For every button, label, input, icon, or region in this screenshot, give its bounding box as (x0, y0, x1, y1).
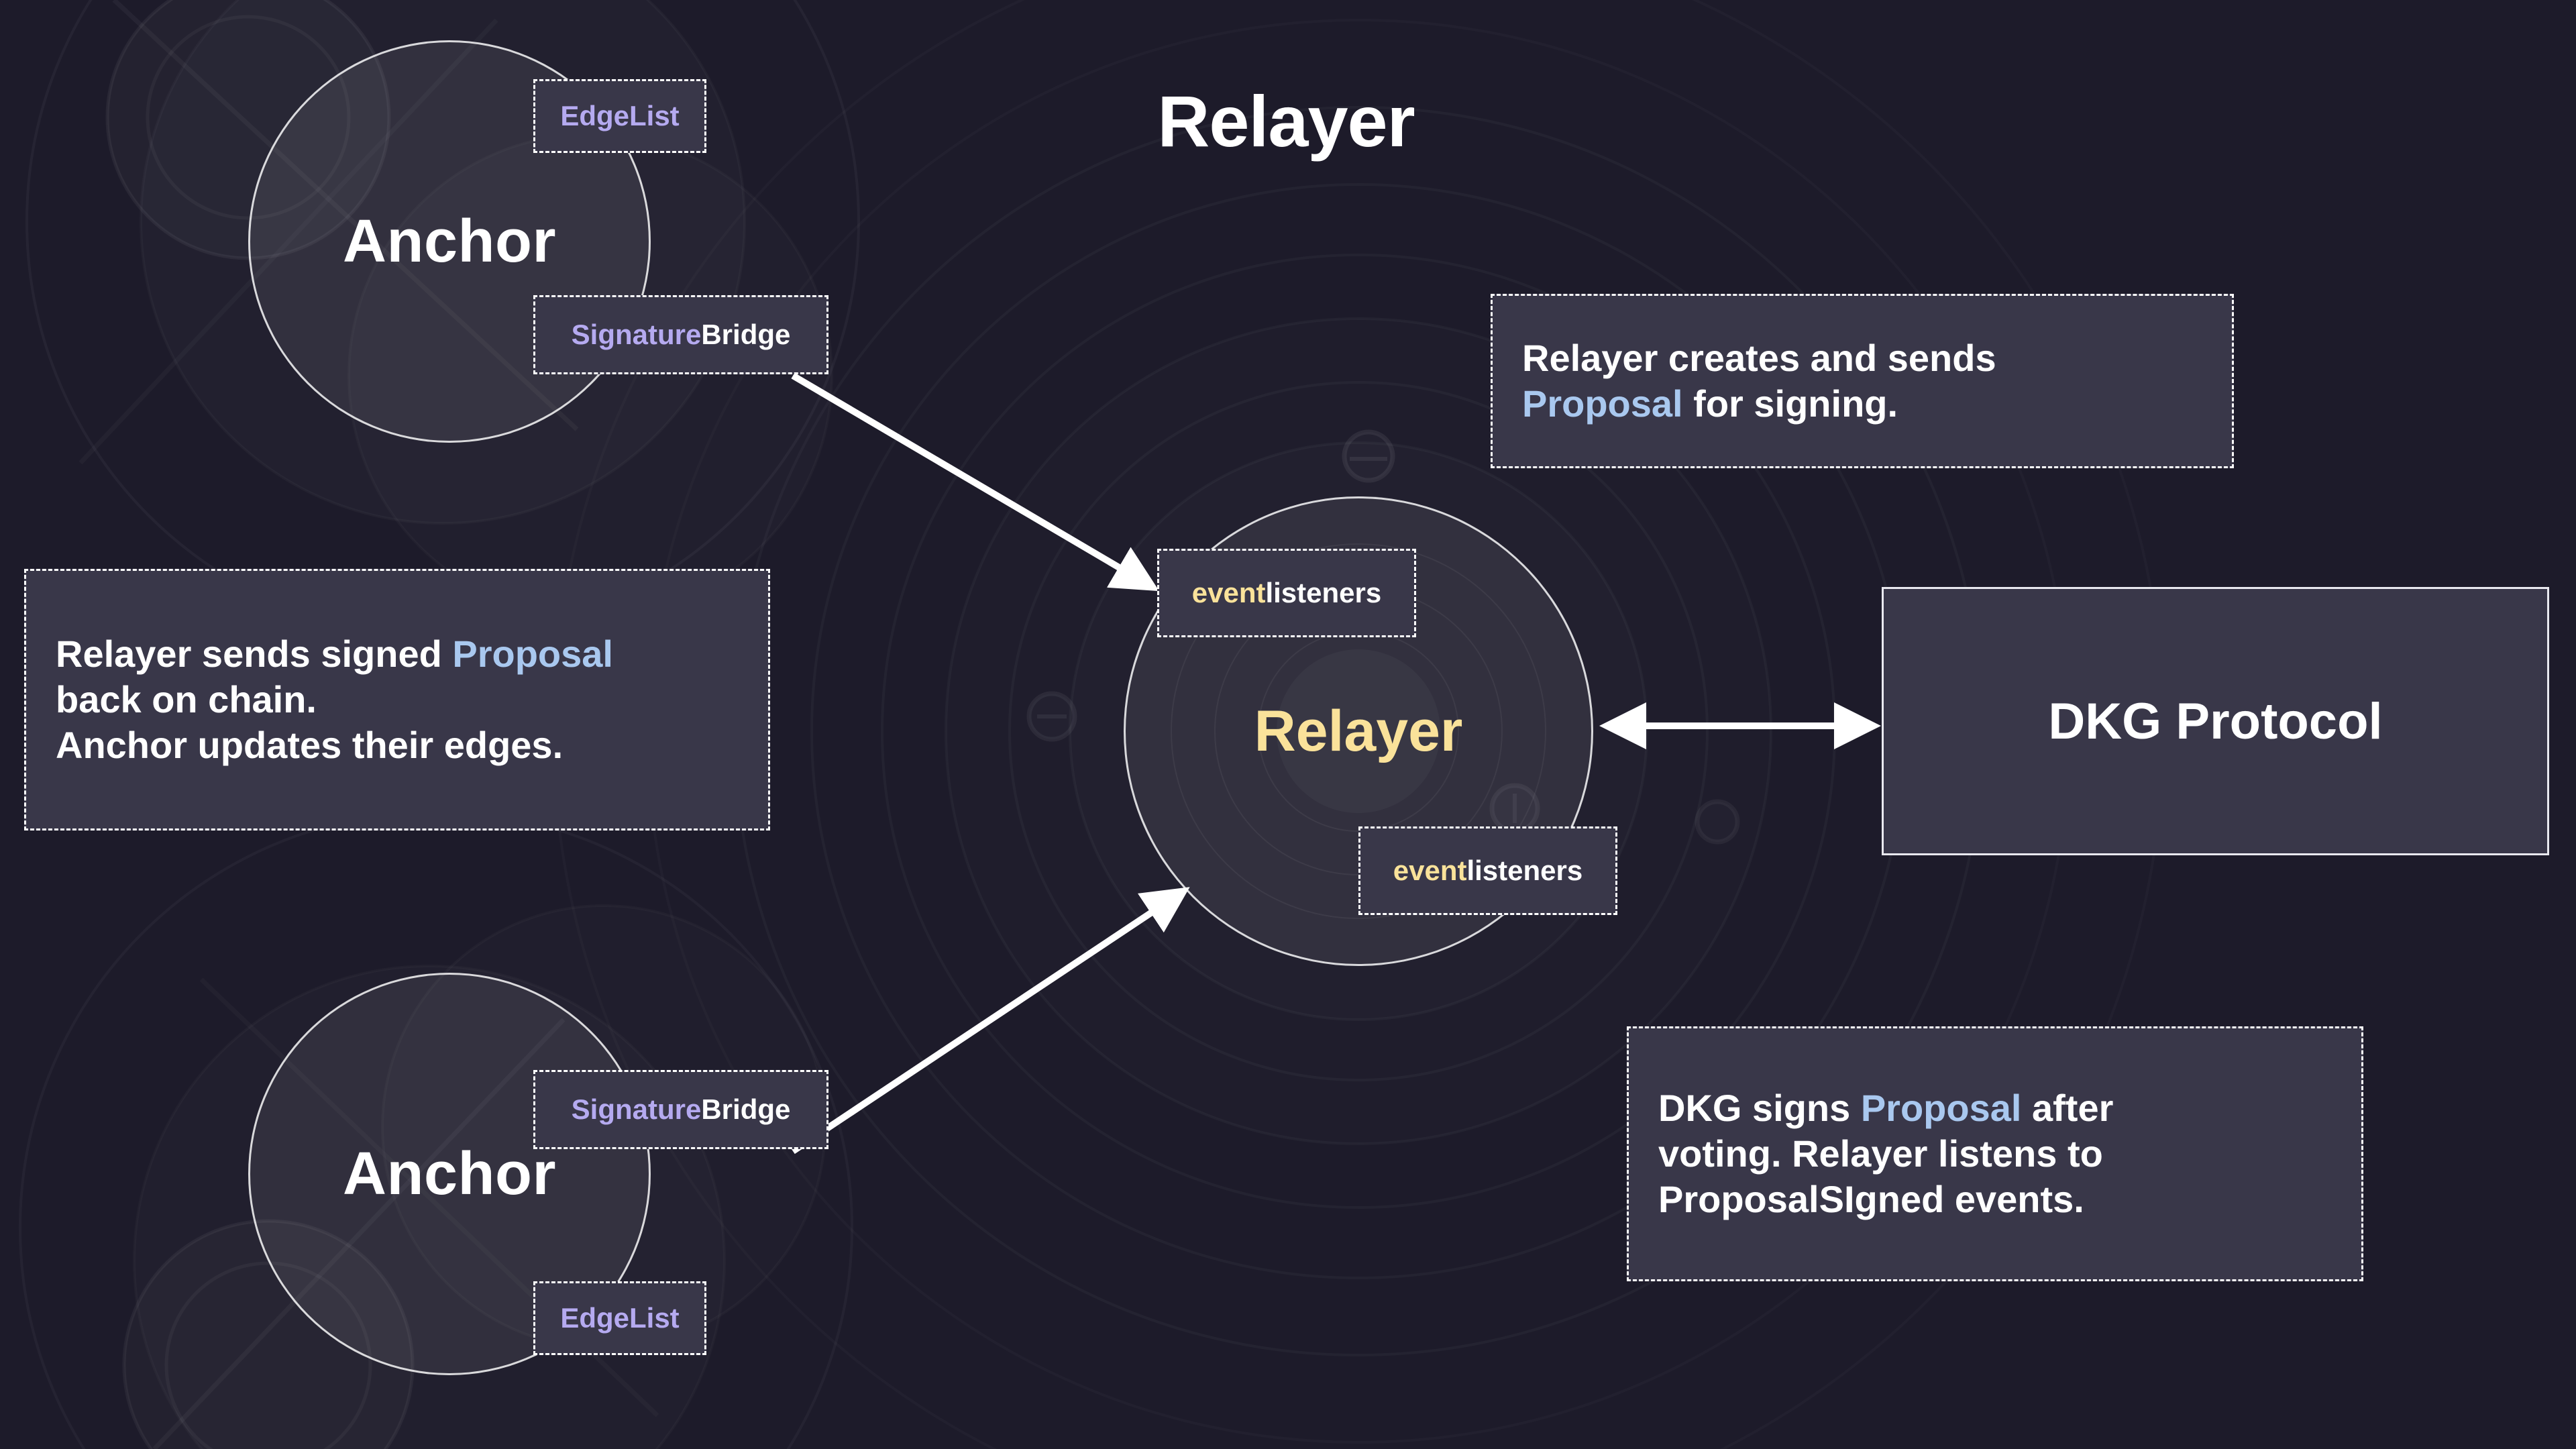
note-dkg-signs-line3-text: ProposalSIgned events. (1658, 1178, 2084, 1221)
note-dkg-signs-line-2: voting. Relayer listens to (1658, 1131, 2332, 1177)
note-dkg-signs-line-1: DKG signs Proposal after (1658, 1085, 2332, 1131)
tag-signature-bridge-bottom[interactable]: Signature Bridge (533, 1070, 828, 1149)
note-relayer-creates-line2-rest: for signing. (1682, 382, 1898, 425)
tag-signature-bridge-top[interactable]: Signature Bridge (533, 295, 828, 374)
note-relayer-sends-signed-proposal: Relayer sends signed Proposal back on ch… (24, 569, 770, 830)
arrow-anchor-top-to-relayer (791, 372, 1160, 592)
dkg-protocol-label: DKG Protocol (2048, 692, 2383, 750)
anchor-node-bottom-label: Anchor (343, 1140, 556, 1208)
dkg-protocol-node[interactable]: DKG Protocol (1882, 587, 2549, 855)
tag-event-listeners-top-rest: listeners (1265, 577, 1382, 608)
tag-edgelist-bottom-label: EdgeList (560, 1302, 680, 1334)
page-title-text: Relayer (1157, 80, 1415, 162)
note-relayer-creates-proposal-accent: Proposal (1522, 382, 1683, 425)
note-relayer-sends-proposal-accent: Proposal (452, 632, 613, 675)
anchor-node-top-label: Anchor (343, 207, 556, 275)
note-dkg-signs-line1-tail: after (2021, 1086, 2114, 1129)
note-dkg-signs-proposal: DKG signs Proposal after voting. Relayer… (1627, 1026, 2363, 1281)
note-relayer-creates-proposal: Relayer creates and sends Proposal for s… (1491, 294, 2234, 468)
note-relayer-creates-line-2: Proposal for signing. (1522, 381, 2202, 427)
tag-signature-bridge-top-rest: Bridge (701, 319, 791, 350)
note-relayer-creates-line-1: Relayer creates and sends (1522, 335, 2202, 381)
tag-edgelist-bottom[interactable]: EdgeList (533, 1281, 706, 1355)
tag-event-listeners-bottom-accent: event (1393, 855, 1467, 886)
tag-signature-bridge-bottom-accent: Signature (571, 1093, 702, 1125)
note-dkg-signs-proposal-accent: Proposal (1860, 1086, 2022, 1129)
tag-signature-bridge-bottom-rest: Bridge (701, 1093, 791, 1125)
note-relayer-creates-line1-text: Relayer creates and sends (1522, 336, 1996, 379)
note-dkg-signs-line1-text: DKG signs (1658, 1086, 1861, 1129)
note-relayer-sends-line-1: Relayer sends signed Proposal (56, 631, 739, 677)
diagram-canvas: Relayer Anchor Anchor Relayer EdgeList S… (0, 0, 2576, 1449)
note-dkg-signs-line-3: ProposalSIgned events. (1658, 1177, 2332, 1222)
arrow-anchor-bottom-to-relayer (791, 887, 1190, 1155)
tag-signature-bridge-top-accent: Signature (571, 319, 702, 350)
tag-event-listeners-top[interactable]: event listeners (1157, 549, 1416, 637)
tag-edgelist-top[interactable]: EdgeList (533, 79, 706, 153)
tag-event-listeners-bottom[interactable]: event listeners (1358, 826, 1617, 915)
note-relayer-sends-line-3: Anchor updates their edges. (56, 722, 739, 768)
note-relayer-sends-line3-text: Anchor updates their edges. (56, 724, 564, 767)
note-relayer-sends-line1-text: Relayer sends signed (56, 632, 453, 675)
relayer-hub-label: Relayer (1254, 698, 1463, 763)
note-relayer-sends-line2-text: back on chain. (56, 678, 317, 720)
note-dkg-signs-line2-text: voting. Relayer listens to (1658, 1132, 2103, 1175)
tag-event-listeners-bottom-rest: listeners (1466, 855, 1583, 886)
tag-event-listeners-top-accent: event (1191, 577, 1266, 608)
note-relayer-sends-line-2: back on chain. (56, 677, 739, 722)
tag-edgelist-top-label: EdgeList (560, 100, 680, 131)
